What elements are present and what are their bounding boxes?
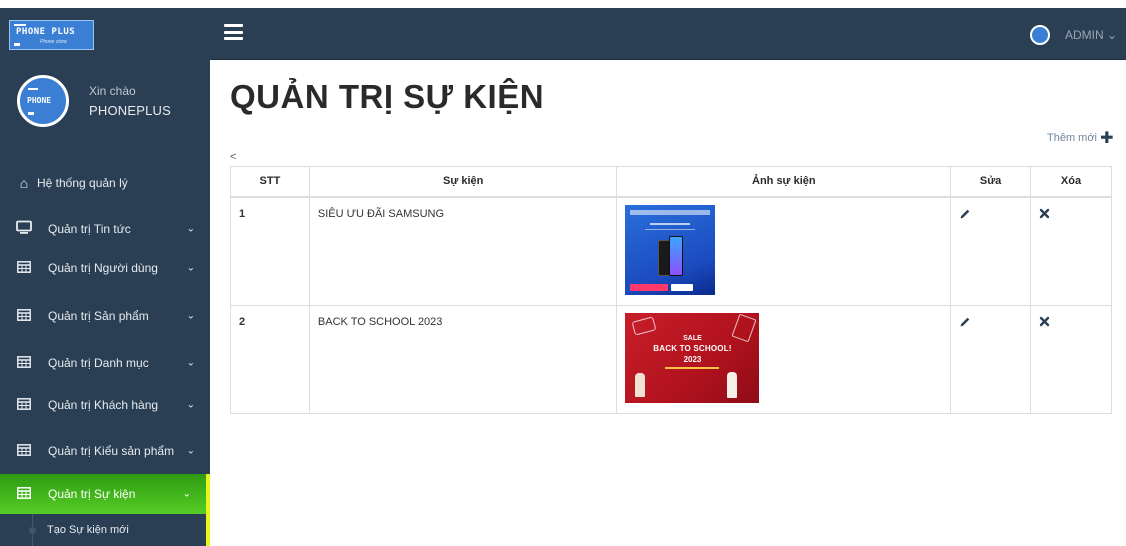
- chevron-down-icon: ⌄: [186, 262, 195, 273]
- close-icon[interactable]: [1039, 316, 1050, 330]
- chevron-down-icon: ⌄: [186, 357, 195, 368]
- add-new-label: Thêm mới: [1047, 132, 1097, 144]
- sidebar-item-label: Quản trị Khách hàng: [48, 397, 159, 412]
- sidebar-item-label: Hệ thống quản lý: [37, 176, 128, 190]
- sidebar-item-label: Quản trị Danh mục: [48, 355, 149, 370]
- logo-text: PHONE PLUS: [16, 27, 76, 37]
- top-navbar: ADMIN ⌄: [0, 0, 1126, 60]
- header-delete: Xóa: [1030, 166, 1112, 197]
- user-avatar[interactable]: [1030, 25, 1050, 45]
- sidebar-item-customers[interactable]: Quản trị Khách hàng ⌄: [0, 382, 210, 427]
- sidebar-item-home[interactable]: ⌂ Hệ thống quản lý: [0, 165, 210, 201]
- sidebar-item-label: Quản trị Sự kiện: [48, 487, 136, 501]
- chevron-down-icon: ⌄: [186, 445, 195, 456]
- cell-stt: 2: [230, 304, 310, 414]
- page-title: QUẢN TRỊ SỰ KIỆN: [230, 78, 545, 115]
- user-menu[interactable]: ADMIN ⌄: [1065, 28, 1117, 42]
- table-icon: [13, 260, 35, 276]
- table-icon: [13, 308, 35, 324]
- cell-event-name: SIÊU ƯU ĐÃI SAMSUNG: [308, 196, 618, 306]
- chevron-down-icon: ⌄: [186, 310, 195, 321]
- sidebar-item-categories[interactable]: Quản trị Danh mục ⌄: [0, 340, 210, 385]
- profile-name: PHONEPLUS: [89, 103, 171, 118]
- avatar-bar: [28, 88, 38, 90]
- avatar: PHONE: [17, 75, 69, 127]
- image-sale-text: SALE: [683, 334, 702, 342]
- chevron-down-icon: ⌄: [182, 488, 191, 500]
- add-new-button[interactable]: Thêm mới ✚: [1047, 126, 1114, 147]
- sidebar-item-events[interactable]: Quản trị Sự kiện ⌄: [0, 474, 210, 514]
- event-image-samsung: [625, 204, 716, 295]
- header-stt: STT: [230, 166, 310, 197]
- table-icon: [13, 443, 35, 459]
- cell-delete: [1030, 304, 1112, 414]
- avatar-bar-bottom: [28, 112, 34, 115]
- sidebar-item-product-types[interactable]: Quản trị Kiểu sản phẩm ⌄: [0, 428, 210, 473]
- pencil-icon[interactable]: [959, 209, 971, 223]
- logo-subtext: Phone store: [40, 39, 67, 45]
- menu-toggle-icon[interactable]: [224, 24, 243, 40]
- submenu-label: Tạo Sự kiện mới: [47, 524, 129, 536]
- logo-bar-bottom: [14, 43, 20, 46]
- event-image-back-to-school: SALE BACK TO SCHOOL! 2023: [625, 312, 760, 403]
- submenu-dot: [29, 527, 36, 534]
- close-icon[interactable]: [1039, 208, 1050, 222]
- table-icon: [13, 486, 35, 502]
- sidebar-item-label: Quản trị Sản phẩm: [48, 308, 149, 323]
- sidebar-item-label: Quản trị Người dùng: [48, 260, 158, 275]
- camera-icon: [632, 315, 657, 336]
- table-row: 2 BACK TO SCHOOL 2023 SALE BACK TO SCHOO…: [230, 304, 1112, 414]
- image-year-text: 2023: [683, 354, 702, 364]
- header-edit: Sửa: [950, 166, 1032, 197]
- table-icon: [13, 355, 35, 371]
- sidebar: PHONE PLUS Phone store PHONE Xin chào PH…: [0, 0, 210, 546]
- table-row: 1 SIÊU ƯU ĐÃI SAMSUNG: [230, 196, 1112, 306]
- table-header-row: STT Sự kiện Ảnh sự kiện Sửa Xóa: [230, 166, 1112, 197]
- image-title-text: BACK TO SCHOOL!: [653, 343, 732, 353]
- sidebar-item-label: Quản trị Tin tức: [48, 221, 131, 236]
- monitor-icon: [13, 220, 35, 237]
- logo-bar: [14, 24, 26, 26]
- sidebar-item-label: Quản trị Kiểu sản phẩm: [48, 443, 175, 458]
- profile: PHONE Xin chào PHONEPLUS: [0, 60, 210, 160]
- home-icon: ⌂: [19, 175, 29, 191]
- cell-edit: [950, 196, 1032, 306]
- chevron-down-icon: ⌄: [186, 399, 195, 410]
- cell-event-image: [616, 196, 952, 306]
- cell-edit: [950, 304, 1032, 414]
- table-icon: [13, 397, 35, 413]
- back-link[interactable]: <: [230, 151, 236, 163]
- cell-delete: [1030, 196, 1112, 306]
- header-image: Ảnh sự kiện: [616, 166, 952, 197]
- sidebar-item-users[interactable]: Quản trị Người dùng ⌄: [0, 245, 210, 290]
- avatar-text: PHONE: [27, 96, 52, 105]
- header-event: Sự kiện: [308, 166, 618, 197]
- events-table: STT Sự kiện Ảnh sự kiện Sửa Xóa 1 SIÊU Ư…: [230, 166, 1112, 414]
- cell-event-image: SALE BACK TO SCHOOL! 2023: [616, 304, 952, 414]
- brand: PHONE PLUS Phone store: [0, 0, 210, 60]
- plus-icon: ✚: [1100, 130, 1114, 147]
- brand-logo[interactable]: PHONE PLUS Phone store: [9, 20, 94, 50]
- chevron-down-icon: ⌄: [186, 223, 195, 234]
- sidebar-item-products[interactable]: Quản trị Sản phẩm ⌄: [0, 293, 210, 338]
- cell-stt: 1: [230, 196, 310, 306]
- cell-event-name: BACK TO SCHOOL 2023: [308, 304, 618, 414]
- greeting: Xin chào: [89, 84, 136, 98]
- sidebar-subitem-create-event[interactable]: Tạo Sự kiện mới: [0, 514, 210, 546]
- pencil-icon[interactable]: [959, 317, 971, 331]
